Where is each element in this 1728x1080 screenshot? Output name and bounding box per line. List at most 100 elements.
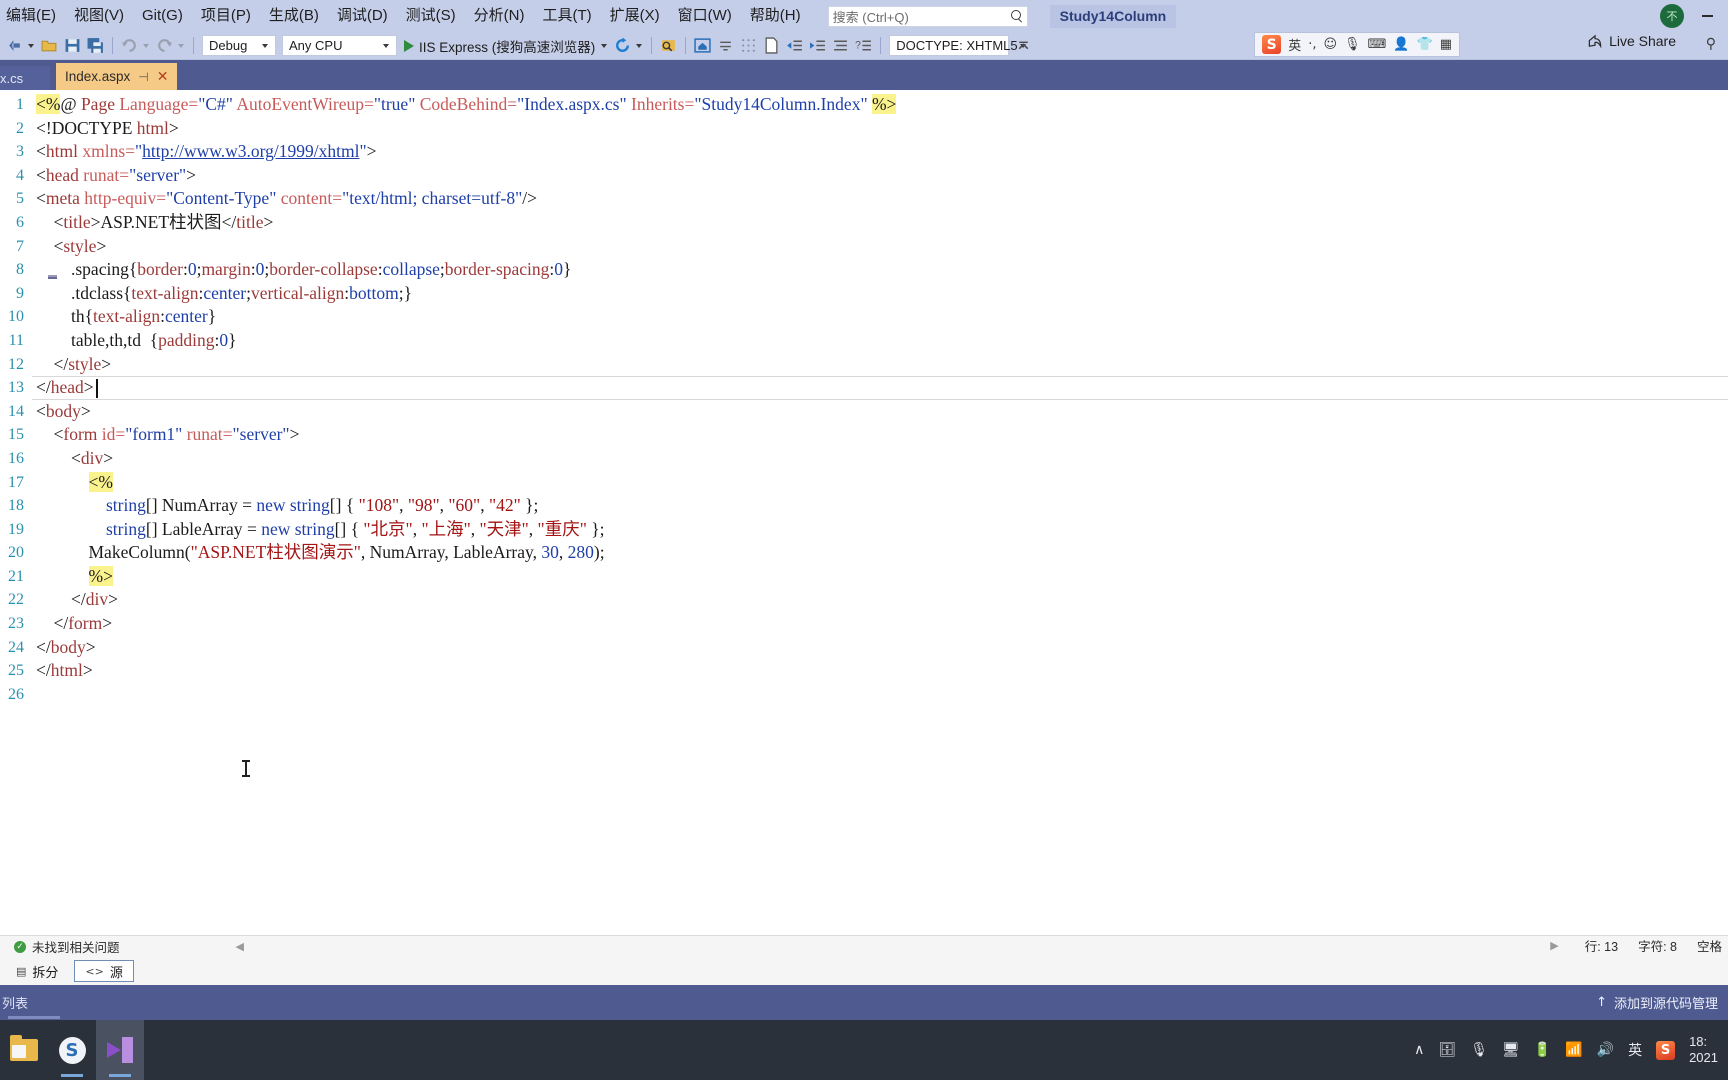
tray-ime-mode[interactable]: 英 <box>1628 1040 1642 1060</box>
new-file-button[interactable] <box>760 34 783 58</box>
code-line[interactable]: 10 th{text-align:center} <box>0 305 1728 329</box>
menu-item-edit[interactable]: 编辑(E) <box>0 3 65 29</box>
code-line[interactable]: 18 string[] NumArray = new string[] { "1… <box>0 494 1728 518</box>
mic-tray-icon[interactable]: 🎙 <box>1470 1042 1488 1058</box>
code-line[interactable]: 17 <% <box>0 471 1728 495</box>
ime-mode-toggle[interactable]: 英 <box>1288 35 1301 54</box>
code-line[interactable]: 8 .spacing{border:0;margin:0;border-coll… <box>0 258 1728 282</box>
avatar[interactable]: 不 <box>1660 4 1684 28</box>
navigate-back-button[interactable] <box>3 34 26 58</box>
split-view-tab[interactable]: ▤ 拆分 <box>6 960 68 982</box>
code-text[interactable]: 1 <%@ Page Language="C#" AutoEventWireup=… <box>0 93 1728 706</box>
code-line[interactable]: 26 <box>0 683 1728 707</box>
taskbar-file-explorer[interactable] <box>0 1020 48 1080</box>
code-line[interactable]: 23 </form> <box>0 612 1728 636</box>
undo-dropdown-icon[interactable] <box>143 43 149 48</box>
code-line[interactable]: 15 <form id="form1" runat="server"> <box>0 423 1728 447</box>
solution-configuration-select[interactable]: Debug <box>202 35 276 56</box>
search-input[interactable]: 搜索 (Ctrl+Q) <box>827 5 1028 27</box>
menu-item-tools[interactable]: 工具(T) <box>533 3 600 29</box>
open-file-button[interactable] <box>38 34 61 58</box>
menu-item-view[interactable]: 视图(V) <box>65 3 133 29</box>
doctype-select[interactable]: DOCTYPE: XHTML5 <box>889 35 1026 56</box>
code-editor[interactable]: 1 <%@ Page Language="C#" AutoEventWireup=… <box>0 90 1728 935</box>
wifi-icon[interactable]: 📶 <box>1565 1042 1582 1058</box>
indent-button[interactable] <box>806 34 829 58</box>
find-in-page-button[interactable] <box>657 34 680 58</box>
menu-item-debug[interactable]: 调试(D) <box>328 3 397 29</box>
menu-item-help[interactable]: 帮助(H) <box>741 3 810 29</box>
code-line[interactable]: 24 </body> <box>0 636 1728 660</box>
close-icon[interactable]: ✕ <box>157 69 169 85</box>
solution-platform-select[interactable]: Any CPU <box>282 35 397 56</box>
menu-item-build[interactable]: 生成(B) <box>260 3 328 29</box>
notifications-icon[interactable]: ⚲ <box>1706 36 1716 52</box>
emoji-icon[interactable]: ☺ <box>1323 37 1337 52</box>
toolbar-overflow-button[interactable] <box>1012 34 1035 58</box>
keyboard-icon[interactable]: ⌨ <box>1368 37 1387 52</box>
source-view-tab[interactable]: <> 源 <box>74 960 134 982</box>
tab-index-aspx[interactable]: Index.aspx ⊣ ✕ <box>56 63 178 90</box>
menu-item-extensions[interactable]: 扩展(X) <box>601 3 669 29</box>
menu-item-analyze[interactable]: 分析(N) <box>465 3 534 29</box>
redo-dropdown-icon[interactable] <box>178 43 184 48</box>
code-line[interactable]: 7 <style> <box>0 235 1728 259</box>
code-line[interactable]: 9 .tdclass{text-align:center;vertical-al… <box>0 282 1728 306</box>
comment-button[interactable]: ? <box>852 34 875 58</box>
start-debug-dropdown-icon[interactable] <box>601 43 608 48</box>
code-line[interactable]: 1 <%@ Page Language="C#" AutoEventWireup=… <box>0 93 1728 117</box>
volume-icon[interactable]: 🔊 <box>1597 1042 1614 1058</box>
clock[interactable]: 18: 2021 <box>1689 1034 1718 1066</box>
taskbar-visual-studio[interactable] <box>96 1020 144 1080</box>
start-debug-button[interactable]: IIS Express (搜狗高速浏览器) <box>400 36 599 56</box>
menu-item-git[interactable]: Git(G) <box>133 3 192 29</box>
save-all-button[interactable] <box>84 34 107 58</box>
battery-icon[interactable]: 🔋 <box>1534 1042 1551 1058</box>
hot-reload-dropdown-icon[interactable] <box>636 43 643 48</box>
code-line[interactable]: 11 table,th,td {padding:0} <box>0 329 1728 353</box>
code-line[interactable]: 3 <html xmlns="http://www.w3.org/1999/xht… <box>0 140 1728 164</box>
smart-tag-indicator[interactable] <box>48 275 57 279</box>
minimize-button[interactable] <box>1694 3 1720 29</box>
apps-icon[interactable]: ▦ <box>1440 37 1452 52</box>
pin-icon[interactable]: ⊣ <box>138 70 148 84</box>
skin-icon[interactable]: 👕 <box>1417 37 1433 52</box>
mic-icon[interactable]: 🎙 <box>1344 37 1361 52</box>
menu-item-test[interactable]: 测试(S) <box>397 3 465 29</box>
source-control-status[interactable]: ↑ 添加到源代码管理 <box>1596 993 1718 1012</box>
code-line[interactable]: 4 <head runat="server"> <box>0 164 1728 188</box>
display-icon[interactable]: 🖥 <box>1502 1042 1520 1058</box>
code-line[interactable]: 25 </html> <box>0 659 1728 683</box>
align-button[interactable] <box>714 34 737 58</box>
code-line[interactable]: 12 </style> <box>0 353 1728 377</box>
undo-button[interactable] <box>118 34 141 58</box>
menu-item-project[interactable]: 项目(P) <box>192 3 260 29</box>
tray-expand-icon[interactable]: ∧ <box>1414 1042 1424 1058</box>
grid-button[interactable] <box>737 34 760 58</box>
punctuation-icon[interactable]: ·, <box>1308 37 1316 52</box>
code-line[interactable]: 13 </head> <box>0 376 1728 400</box>
scroll-left-icon[interactable]: ◀ <box>236 940 244 953</box>
sogou-ime-toolbar[interactable]: S 英 ·, ☺ 🎙 ⌨ 👤 👕 ▦ <box>1254 32 1460 57</box>
save-button[interactable] <box>61 34 84 58</box>
code-line[interactable]: 21 %> <box>0 565 1728 589</box>
code-line[interactable]: 14 <body> <box>0 400 1728 424</box>
code-line[interactable]: 19 string[] LableArray = new string[] { … <box>0 518 1728 542</box>
code-line[interactable]: 16 <div> <box>0 447 1728 471</box>
hot-reload-button[interactable] <box>611 34 634 58</box>
live-share-button[interactable]: Live Share <box>1587 33 1676 49</box>
dock-left-label[interactable]: 列表 <box>0 993 28 1012</box>
user-icon[interactable]: 👤 <box>1393 37 1409 52</box>
taskbar-sogou-browser[interactable]: S <box>48 1020 96 1080</box>
code-line[interactable]: 2 <!DOCTYPE html> <box>0 117 1728 141</box>
tab-index-aspx-cs[interactable]: x.cs <box>0 66 50 90</box>
code-line[interactable]: 20 MakeColumn("ASP.NET柱状图演示", NumArray, … <box>0 541 1728 565</box>
code-line[interactable]: 22 </div> <box>0 588 1728 612</box>
storage-icon[interactable]: 🗄 <box>1438 1042 1456 1058</box>
navigate-back-dropdown-icon[interactable] <box>28 43 34 48</box>
menu-item-window[interactable]: 窗口(W) <box>669 3 741 29</box>
scroll-right-icon[interactable]: ▶ <box>1550 939 1558 952</box>
code-line[interactable]: 5 <meta http-equiv="Content-Type" content… <box>0 187 1728 211</box>
code-line[interactable]: 6 <title>ASP.NET柱状图</title> <box>0 211 1728 235</box>
sogou-tray-icon[interactable]: S <box>1656 1040 1676 1060</box>
